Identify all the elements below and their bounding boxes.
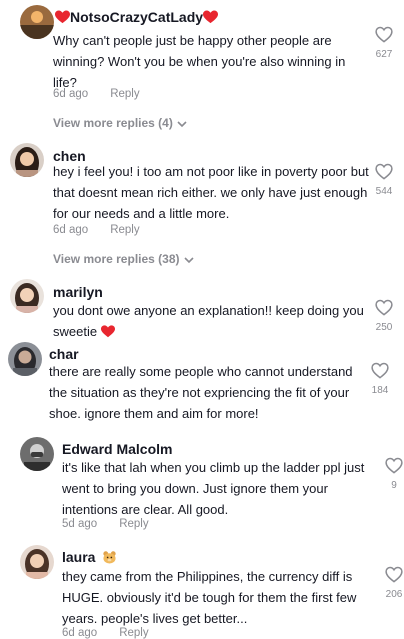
avatar[interactable] bbox=[20, 5, 54, 39]
view-more-replies[interactable]: View more replies (4) bbox=[53, 116, 187, 131]
heart-outline-icon bbox=[385, 457, 403, 474]
comment-meta: 6d ago Reply bbox=[53, 224, 140, 236]
timestamp: 6d ago bbox=[53, 224, 89, 236]
timestamp: 6d ago bbox=[53, 88, 89, 100]
username-text: laura bbox=[62, 549, 96, 565]
like-count: 250 bbox=[375, 322, 393, 333]
comment-meta: 6d ago Reply bbox=[62, 627, 149, 639]
comment-text: it's like that lah when you climb up the… bbox=[62, 460, 365, 517]
avatar[interactable] bbox=[20, 545, 54, 579]
view-more-label: View more replies (38) bbox=[53, 252, 180, 266]
username[interactable]: NotsoCrazyCatLady bbox=[55, 9, 219, 27]
comment-text-body: you dont owe anyone an explanation!! kee… bbox=[53, 303, 364, 339]
like-button[interactable]: 627 bbox=[369, 26, 399, 60]
bear-emoji-icon bbox=[102, 550, 117, 567]
comment-text: there are really some people who cannot … bbox=[49, 364, 353, 421]
like-button[interactable]: 184 bbox=[365, 362, 395, 396]
chevron-down-icon bbox=[183, 253, 194, 267]
comment-text: they came from the Philippines, the curr… bbox=[62, 569, 357, 626]
username[interactable]: marilyn bbox=[53, 284, 103, 300]
like-button[interactable]: 250 bbox=[369, 299, 399, 333]
like-count: 544 bbox=[375, 186, 393, 197]
like-button[interactable]: 206 bbox=[379, 566, 404, 600]
username[interactable]: laura bbox=[62, 549, 117, 567]
heart-outline-icon bbox=[371, 362, 389, 379]
avatar[interactable] bbox=[10, 279, 44, 313]
chevron-down-icon bbox=[177, 117, 187, 131]
like-count: 9 bbox=[391, 480, 397, 491]
comment-meta: 5d ago Reply bbox=[62, 518, 149, 530]
reply-button[interactable]: Reply bbox=[119, 627, 148, 639]
comment-text: hey i feel you! i too am not poor like i… bbox=[53, 164, 369, 221]
avatar[interactable] bbox=[20, 437, 54, 471]
comment-text: you dont owe anyone an explanation!! kee… bbox=[53, 300, 371, 344]
avatar[interactable] bbox=[8, 342, 42, 376]
like-button[interactable]: 544 bbox=[369, 163, 399, 197]
red-heart-icon bbox=[100, 323, 115, 344]
like-count: 627 bbox=[375, 49, 393, 60]
username[interactable]: char bbox=[49, 346, 79, 362]
like-count: 184 bbox=[371, 385, 389, 396]
comment-text: Why can't people just be happy other peo… bbox=[53, 33, 346, 90]
heart-outline-icon bbox=[375, 163, 393, 180]
red-heart-icon bbox=[55, 10, 70, 27]
timestamp: 5d ago bbox=[62, 518, 98, 530]
view-more-replies[interactable]: View more replies (38) bbox=[53, 252, 194, 267]
view-more-label: View more replies (4) bbox=[53, 116, 173, 130]
heart-outline-icon bbox=[375, 26, 393, 43]
username-text: NotsoCrazyCatLady bbox=[70, 9, 204, 25]
red-heart-icon bbox=[203, 10, 219, 27]
timestamp: 6d ago bbox=[62, 627, 98, 639]
heart-outline-icon bbox=[385, 566, 403, 583]
reply-button[interactable]: Reply bbox=[119, 518, 148, 530]
reply-button[interactable]: Reply bbox=[110, 88, 139, 100]
comment-meta: 6d ago Reply bbox=[53, 88, 140, 100]
username[interactable]: Edward Malcolm bbox=[62, 441, 172, 457]
like-button[interactable]: 9 bbox=[379, 457, 404, 491]
reply-button[interactable]: Reply bbox=[110, 224, 139, 236]
heart-outline-icon bbox=[375, 299, 393, 316]
like-count: 206 bbox=[385, 589, 403, 600]
avatar[interactable] bbox=[10, 143, 44, 177]
